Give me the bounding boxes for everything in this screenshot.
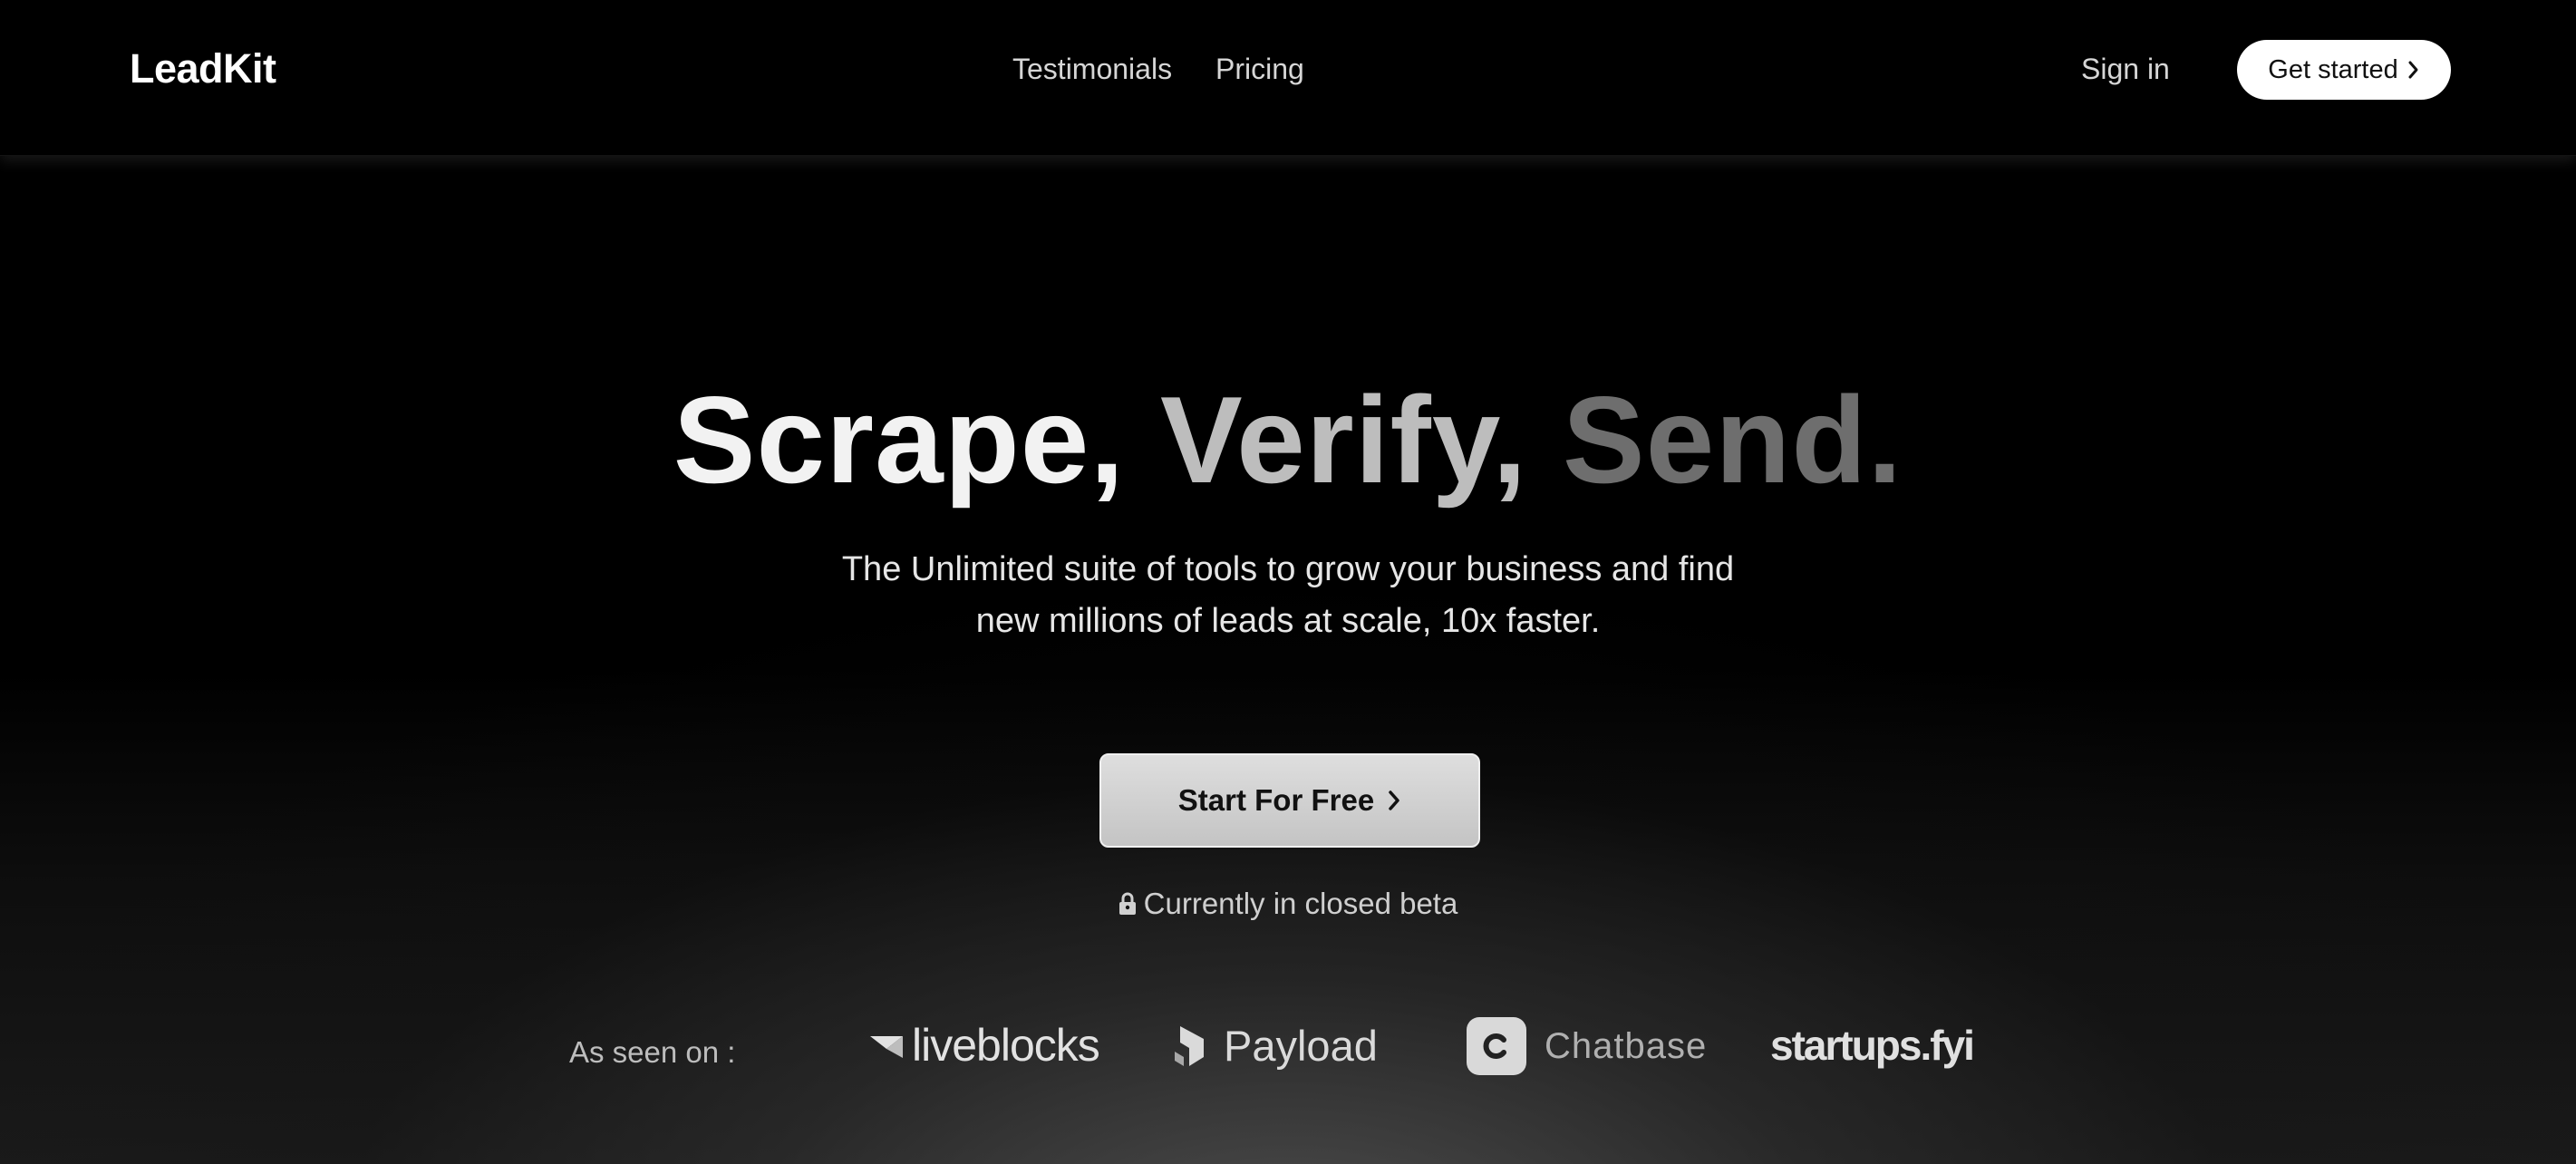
sign-in-link[interactable]: Sign in [2081,53,2170,86]
hero-subtitle: The Unlimited suite of tools to grow you… [789,544,1787,647]
headline-word-scrape: Scrape, [673,371,1126,509]
brand-payload: Payload [1173,1021,1378,1071]
chatbase-logo-icon [1467,1017,1526,1075]
brand-liveblocks-name: liveblocks [912,1020,1100,1071]
brand-chatbase-name: Chatbase [1545,1025,1708,1066]
headline-word-send: Send. [1562,371,1903,509]
payload-logo-icon [1175,1025,1204,1066]
nav-link-pricing[interactable]: Pricing [1215,53,1304,86]
cta-label: Start For Free [1177,783,1375,817]
chevron-right-icon [2408,61,2418,79]
hero-headline: Scrape, Verify, Send. [0,372,2576,508]
brand-payload-name: Payload [1224,1022,1378,1070]
brand-chatbase: Chatbase [1467,1017,1707,1075]
main-nav: Testimonials Pricing [0,53,2576,89]
site-header: LeadKit Testimonials Pricing Sign in Get… [0,0,2576,156]
landing-page: LeadKit Testimonials Pricing Sign in Get… [0,0,2576,1164]
headline-word-verify: Verify, [1159,371,1528,509]
brand-liveblocks: liveblocks [868,1019,1100,1072]
liveblocks-logo-icon [870,1036,903,1058]
lock-icon [1119,892,1136,915]
subtitle-line-2: new millions of leads at scale, 10x fast… [975,602,1601,640]
start-for-free-button[interactable]: Start For Free [1099,753,1480,848]
beta-note-text: Currently in closed beta [1143,887,1458,920]
get-started-button[interactable]: Get started [2237,40,2451,100]
beta-note: Currently in closed beta [0,887,2576,921]
chevron-right-icon [1389,791,1399,810]
nav-link-testimonials[interactable]: Testimonials [1012,53,1172,86]
subtitle-line-1: The Unlimited suite of tools to grow you… [841,550,1735,588]
get-started-label: Get started [2268,54,2398,84]
as-seen-on-label: As seen on : [569,1035,736,1069]
brand-startups-fyi-name: startups.fyi [1770,1022,1975,1069]
brand-startups-fyi: startups.fyi [1770,1021,1975,1070]
